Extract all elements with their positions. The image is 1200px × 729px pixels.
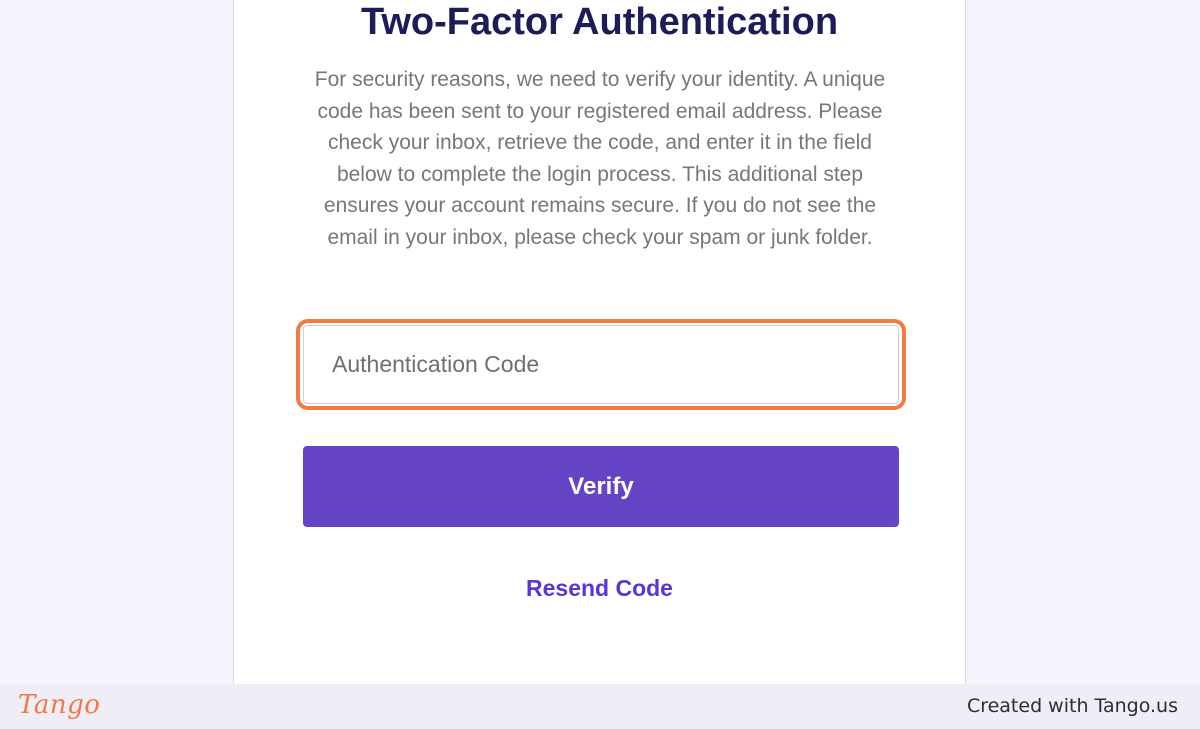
auth-card: Two-Factor Authentication For security r… xyxy=(233,0,966,684)
resend-code-link[interactable]: Resend Code xyxy=(234,572,965,604)
instructions-text: For security reasons, we need to verify … xyxy=(314,68,886,249)
created-with-text: Created with Tango.us xyxy=(966,695,1178,717)
page-title: Two-Factor Authentication xyxy=(360,1,839,43)
verify-button[interactable]: Verify xyxy=(303,446,899,527)
authentication-code-input[interactable] xyxy=(303,325,899,404)
tango-footer: Tango Created with Tango.us xyxy=(0,684,1200,729)
tango-logo: Tango xyxy=(18,690,101,720)
